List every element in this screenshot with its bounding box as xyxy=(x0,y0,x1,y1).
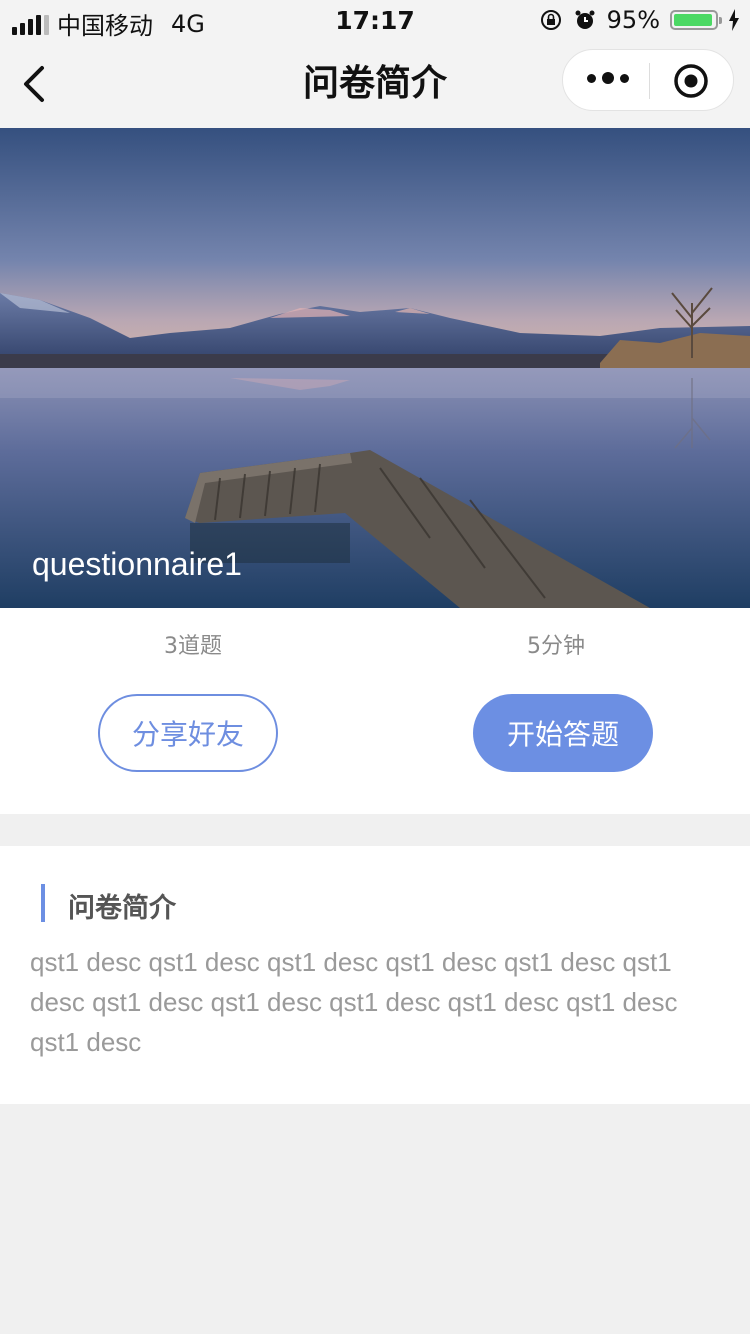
intro-heading: 问卷简介 xyxy=(68,893,176,924)
close-target-icon[interactable] xyxy=(673,63,709,99)
questionnaire-name: questionnaire1 xyxy=(32,546,242,582)
more-menu-icon[interactable] xyxy=(587,72,629,84)
start-answering-button[interactable]: 开始答题 xyxy=(473,694,653,772)
mini-program-capsule xyxy=(562,49,734,111)
navigation-bar: 问卷简介 xyxy=(0,40,750,128)
questionnaire-summary: 3道题 5分钟 分享好友 开始答题 xyxy=(0,608,750,814)
capsule-divider xyxy=(649,63,650,99)
charging-icon xyxy=(729,9,739,31)
status-right: 95% xyxy=(539,6,740,34)
intro-section: 问卷简介 qst1 desc qst1 desc qst1 desc qst1 … xyxy=(0,846,750,1104)
battery-icon xyxy=(670,10,722,30)
battery-fill xyxy=(674,14,712,26)
share-friends-button[interactable]: 分享好友 xyxy=(98,694,278,772)
lake-landscape-image xyxy=(0,128,750,608)
estimated-duration: 5分钟 xyxy=(527,634,585,659)
battery-percent: 95% xyxy=(606,6,660,34)
section-accent-bar xyxy=(41,884,45,922)
rotation-lock-icon xyxy=(540,10,561,30)
status-bar: 中国移动 4G 17:17 95% xyxy=(0,0,750,40)
intro-description: qst1 desc qst1 desc qst1 desc qst1 desc … xyxy=(30,947,678,1057)
alarm-icon xyxy=(575,10,595,29)
question-count: 3道题 xyxy=(164,634,222,659)
cover-image: questionnaire1 xyxy=(0,128,750,608)
